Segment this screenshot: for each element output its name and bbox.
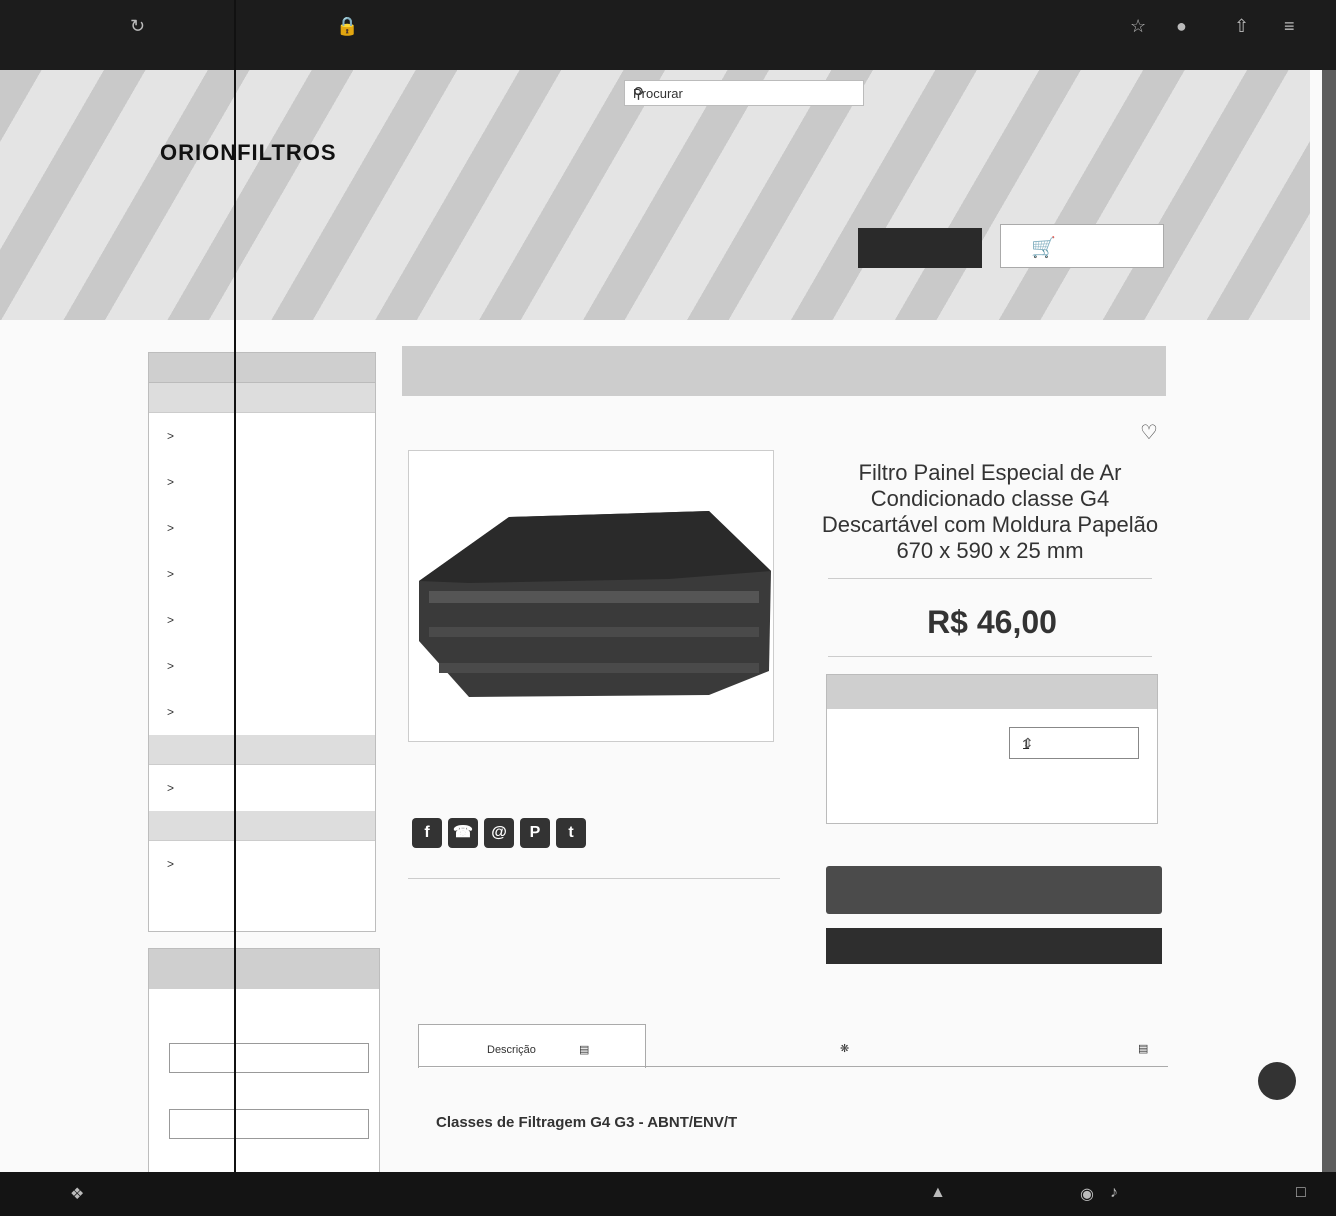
add-to-cart-button[interactable] (826, 928, 1162, 964)
chevron-right-icon: > (167, 857, 175, 871)
category-sidebar: > > > > > > > > > (148, 352, 376, 932)
notifications-icon[interactable]: □ (1296, 1184, 1306, 1202)
address-bar[interactable] (360, 30, 920, 48)
tray-icon[interactable]: ▲ (930, 1184, 946, 1202)
comment-icon: ❋ (840, 1043, 850, 1055)
share-buttons: f ☎ @ P t (412, 818, 586, 848)
sidebar-group-outros[interactable] (149, 811, 375, 841)
tab-comments[interactable]: ❋ (688, 1024, 898, 1068)
product-image[interactable] (408, 450, 774, 742)
tab-description[interactable]: Descrição ▤ (418, 1024, 646, 1068)
quantity-panel-header (827, 675, 1157, 709)
product-title: Filtro Painel Especial de Ar Condicionad… (821, 460, 1159, 563)
whatsapp-icon[interactable]: ☎ (448, 818, 478, 848)
sidebar-item[interactable]: > (149, 551, 375, 597)
sidebar-item[interactable]: > (149, 841, 375, 887)
breadcrumb[interactable] (402, 346, 1166, 396)
page: ↻ 🔒 ☆ ● ⇧ ≡ Procurar ⚲ ORIONFILTROS 🛒 > … (0, 0, 1336, 1216)
sidebar-item[interactable]: > (149, 413, 375, 459)
payment-icon: ▤ (1138, 1043, 1149, 1055)
cart-button[interactable]: 🛒 (1000, 224, 1164, 268)
air-filter-image (419, 511, 771, 697)
chevron-right-icon: > (167, 429, 175, 443)
cart-icon: 🛒 (1031, 237, 1056, 259)
password-field[interactable] (169, 1109, 369, 1139)
spinner-icon[interactable]: ⇕ (1022, 735, 1124, 752)
search-icon[interactable]: ⚲ (633, 84, 857, 102)
start-icon[interactable]: ❖ (70, 1184, 84, 1204)
login-panel-header (149, 949, 379, 989)
divider (828, 578, 1152, 579)
quantity-panel: 1 ⇕ (826, 674, 1158, 824)
sidebar-item[interactable]: > (149, 643, 375, 689)
sidebar-header (149, 353, 375, 383)
document-icon: ▤ (578, 1044, 590, 1056)
buy-now-button[interactable] (826, 866, 1162, 914)
volume-icon[interactable]: ♪ (1110, 1184, 1118, 1202)
sidebar-item[interactable]: > (149, 597, 375, 643)
chevron-right-icon: > (167, 781, 175, 795)
divider (408, 878, 780, 879)
product-tabs: Descrição ▤ ❋ ▤ (418, 1024, 1168, 1068)
sidebar-item[interactable]: > (149, 505, 375, 551)
store-header (0, 70, 1310, 320)
email-icon[interactable]: @ (484, 818, 514, 848)
sidebar-item[interactable]: > (149, 689, 375, 735)
browser-toolbar: ↻ 🔒 ☆ ● ⇧ ≡ (0, 0, 1336, 70)
quantity-stepper[interactable]: 1 ⇕ (1009, 727, 1139, 759)
lock-icon: 🔒 (336, 16, 359, 36)
heart-icon[interactable]: ♡ (1140, 420, 1158, 445)
login-panel (148, 948, 380, 1178)
login-button[interactable] (858, 228, 982, 268)
menu-icon[interactable]: ≡ (1284, 16, 1295, 37)
sidebar-item[interactable]: > (149, 765, 375, 811)
divider (828, 656, 1152, 657)
chevron-right-icon: > (167, 705, 175, 719)
chevron-right-icon: > (167, 567, 175, 581)
profile-icon[interactable]: ● (1176, 16, 1187, 37)
content-heading: Classes de Filtragem G4 G3 - ABNT/ENV/T (436, 1114, 738, 1131)
email-field[interactable] (169, 1043, 369, 1073)
chat-icon[interactable] (1258, 1062, 1296, 1100)
store-logo[interactable]: ORIONFILTROS (160, 140, 337, 166)
chevron-right-icon: > (167, 659, 175, 673)
scrollbar[interactable] (1322, 70, 1336, 1172)
scan-line (234, 0, 236, 1172)
sidebar-item[interactable]: > (149, 459, 375, 505)
bookmark-icon[interactable]: ☆ (1130, 16, 1146, 37)
tab-description-label: Descrição (487, 1044, 536, 1056)
facebook-icon[interactable]: f (412, 818, 442, 848)
search-input[interactable]: Procurar ⚲ (624, 80, 864, 106)
chevron-right-icon: > (167, 521, 175, 535)
share-icon[interactable]: ⇧ (1234, 16, 1249, 37)
twitter-icon[interactable]: t (556, 818, 586, 848)
reload-icon[interactable]: ↻ (130, 16, 145, 37)
sidebar-group-lubrificacao[interactable] (149, 735, 375, 765)
os-taskbar: ❖ ▲ ◉ ♪ □ (0, 1172, 1336, 1216)
pinterest-icon[interactable]: P (520, 818, 550, 848)
chevron-right-icon: > (167, 475, 175, 489)
tab-underline (418, 1066, 1168, 1067)
sidebar-group-filtros[interactable] (149, 383, 375, 413)
chevron-right-icon: > (167, 613, 175, 627)
tab-payment[interactable]: ▤ (948, 1024, 1168, 1068)
product-price: R$ 46,00 (927, 604, 1057, 640)
network-icon[interactable]: ◉ (1080, 1184, 1094, 1204)
